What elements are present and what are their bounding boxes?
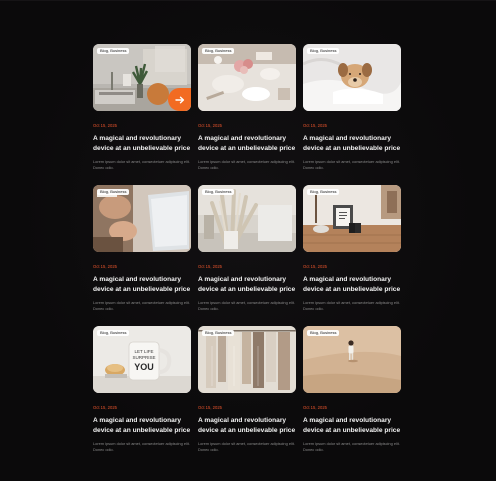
blog-card-image[interactable]: Blog, Business [198, 185, 296, 252]
blog-card[interactable]: Blog, Business Oct 15, 2025 A magical an… [93, 44, 191, 185]
blog-card-image[interactable]: Blog, Business [303, 326, 401, 393]
post-title[interactable]: A magical and revolutionary device at an… [303, 134, 401, 154]
post-excerpt: Lorem ipsum dolor sit amet, consectetuer… [198, 300, 295, 311]
mug-text-line-2: SURPRISE [132, 355, 155, 360]
post-title[interactable]: A magical and revolutionary device at an… [303, 275, 401, 295]
blog-grid: Blog, Business Oct 15, 2025 A magical an… [93, 44, 401, 467]
post-excerpt: Lorem ipsum dolor sit amet, consectetuer… [303, 159, 400, 170]
blog-card[interactable]: Blog, Business Oct 15, 2025 A magical an… [303, 185, 401, 326]
post-title[interactable]: A magical and revolutionary device at an… [303, 416, 401, 436]
category-badge[interactable]: Blog, Business [97, 189, 130, 195]
post-date: Oct 15, 2025 [198, 405, 222, 410]
arrow-right-icon [174, 96, 184, 103]
blog-card[interactable]: Blog, Business Oct 15, 2025 A magical an… [198, 326, 296, 467]
post-date: Oct 15, 2025 [93, 405, 117, 410]
category-badge[interactable]: Blog, Business [307, 330, 340, 336]
blog-card[interactable]: Blog, Business Oct 15, 2025 A magical an… [198, 185, 296, 326]
blog-card-image[interactable]: LET LIFE SURPRISE YOU Blog, Business [93, 326, 191, 393]
post-date: Oct 15, 2025 [303, 405, 327, 410]
post-title[interactable]: A magical and revolutionary device at an… [93, 275, 191, 295]
blog-card-image[interactable]: Blog, Business [93, 44, 191, 111]
post-date: Oct 15, 2025 [198, 264, 222, 269]
blog-page: Blog, Business Oct 15, 2025 A magical an… [0, 0, 496, 481]
post-title[interactable]: A magical and revolutionary device at an… [198, 416, 296, 436]
category-badge[interactable]: Blog, Business [202, 189, 235, 195]
post-excerpt: Lorem ipsum dolor sit amet, consectetuer… [93, 159, 190, 170]
post-date: Oct 15, 2025 [198, 123, 222, 128]
post-excerpt: Lorem ipsum dolor sit amet, consectetuer… [303, 441, 400, 452]
blog-card[interactable]: Blog, Business Oct 15, 2025 A magical an… [198, 44, 296, 185]
category-badge[interactable]: Blog, Business [307, 48, 340, 54]
post-excerpt: Lorem ipsum dolor sit amet, consectetuer… [93, 300, 190, 311]
post-excerpt: Lorem ipsum dolor sit amet, consectetuer… [198, 159, 295, 170]
category-badge[interactable]: Blog, Business [97, 48, 130, 54]
category-badge[interactable]: Blog, Business [307, 189, 340, 195]
post-date: Oct 15, 2025 [93, 264, 117, 269]
blog-card-image[interactable]: Blog, Business [93, 185, 191, 252]
post-date: Oct 15, 2025 [93, 123, 117, 128]
post-title[interactable]: A magical and revolutionary device at an… [93, 134, 191, 154]
post-excerpt: Lorem ipsum dolor sit amet, consectetuer… [303, 300, 400, 311]
post-excerpt: Lorem ipsum dolor sit amet, consectetuer… [93, 441, 190, 452]
blog-card-image[interactable]: Blog, Business [303, 44, 401, 111]
post-title[interactable]: A magical and revolutionary device at an… [93, 416, 191, 436]
category-badge[interactable]: Blog, Business [97, 330, 130, 336]
top-divider [0, 0, 496, 1]
post-date: Oct 15, 2025 [303, 123, 327, 128]
blog-card-image[interactable]: Blog, Business [198, 326, 296, 393]
blog-card[interactable]: Blog, Business Oct 15, 2025 A magical an… [303, 44, 401, 185]
blog-card-image[interactable]: Blog, Business [303, 185, 401, 252]
post-excerpt: Lorem ipsum dolor sit amet, consectetuer… [198, 441, 295, 452]
blog-card[interactable]: Blog, Business Oct 15, 2025 A magical an… [303, 326, 401, 467]
blog-card-image[interactable]: Blog, Business [198, 44, 296, 111]
post-title[interactable]: A magical and revolutionary device at an… [198, 134, 296, 154]
category-badge[interactable]: Blog, Business [202, 330, 235, 336]
mug-text-line-1: LET LIFE [135, 349, 154, 354]
post-title[interactable]: A magical and revolutionary device at an… [198, 275, 296, 295]
category-badge[interactable]: Blog, Business [202, 48, 235, 54]
post-date: Oct 15, 2025 [303, 264, 327, 269]
blog-card[interactable]: LET LIFE SURPRISE YOU Blog, Business Oct… [93, 326, 191, 467]
mug-text-line-3: YOU [134, 362, 154, 372]
blog-card[interactable]: Blog, Business Oct 15, 2025 A magical an… [93, 185, 191, 326]
read-more-button[interactable] [168, 88, 191, 111]
